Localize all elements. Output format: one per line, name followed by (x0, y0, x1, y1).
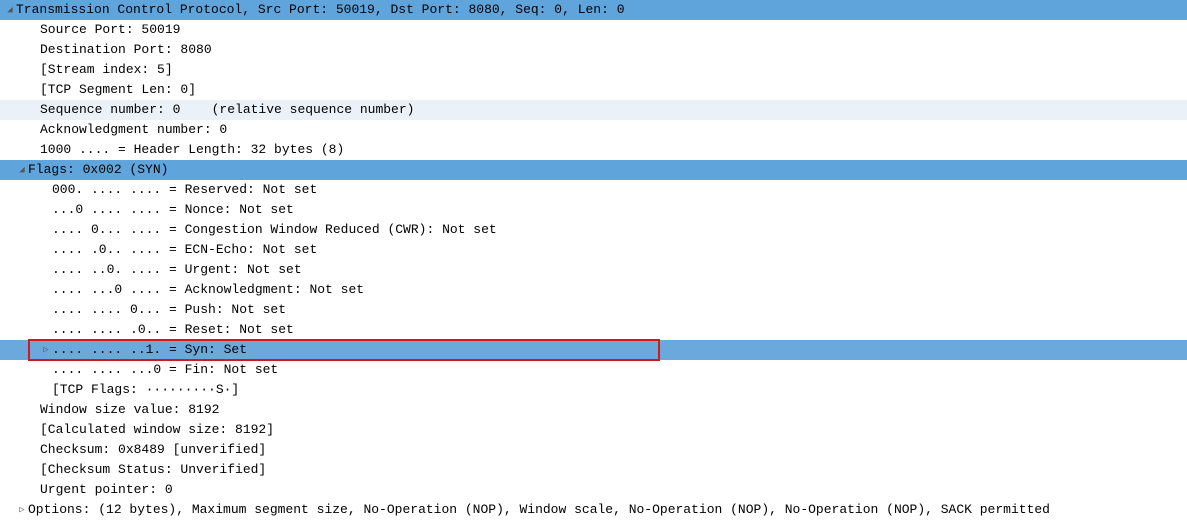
source-port-row[interactable]: Source Port: 50019 (0, 20, 1187, 40)
destination-port-row[interactable]: Destination Port: 8080 (0, 40, 1187, 60)
flag-push-row[interactable]: .... .... 0... = Push: Not set (0, 300, 1187, 320)
flag-ack-row[interactable]: .... ...0 .... = Acknowledgment: Not set (0, 280, 1187, 300)
flag-ecn-row[interactable]: .... .0.. .... = ECN-Echo: Not set (0, 240, 1187, 260)
flag-cwr-text: .... 0... .... = Congestion Window Reduc… (52, 220, 497, 240)
flag-reserved-text: 000. .... .... = Reserved: Not set (52, 180, 317, 200)
flag-reset-text: .... .... .0.. = Reset: Not set (52, 320, 294, 340)
flag-cwr-row[interactable]: .... 0... .... = Congestion Window Reduc… (0, 220, 1187, 240)
flag-syn-text: .... .... ..1. = Syn: Set (52, 340, 247, 360)
sequence-number-text: Sequence number: 0 (relative sequence nu… (40, 100, 414, 120)
flag-push-text: .... .... 0... = Push: Not set (52, 300, 286, 320)
options-row[interactable]: ▷ Options: (12 bytes), Maximum segment s… (0, 500, 1187, 520)
calc-window-text: [Calculated window size: 8192] (40, 420, 274, 440)
flag-ack-text: .... ...0 .... = Acknowledgment: Not set (52, 280, 364, 300)
destination-port-text: Destination Port: 8080 (40, 40, 212, 60)
checksum-status-row[interactable]: [Checksum Status: Unverified] (0, 460, 1187, 480)
segment-len-row[interactable]: [TCP Segment Len: 0] (0, 80, 1187, 100)
flag-fin-row[interactable]: .... .... ...0 = Fin: Not set (0, 360, 1187, 380)
ack-number-row[interactable]: Acknowledgment number: 0 (0, 120, 1187, 140)
collapse-icon[interactable]: ◢ (4, 0, 16, 20)
flag-reset-row[interactable]: .... .... .0.. = Reset: Not set (0, 320, 1187, 340)
checksum-text: Checksum: 0x8489 [unverified] (40, 440, 266, 460)
header-length-text: 1000 .... = Header Length: 32 bytes (8) (40, 140, 344, 160)
flag-fin-text: .... .... ...0 = Fin: Not set (52, 360, 278, 380)
segment-len-text: [TCP Segment Len: 0] (40, 80, 196, 100)
flags-header-row[interactable]: ◢ Flags: 0x002 (SYN) (0, 160, 1187, 180)
collapse-icon[interactable]: ◢ (16, 160, 28, 180)
window-size-text: Window size value: 8192 (40, 400, 219, 420)
tcp-header-row[interactable]: ◢ Transmission Control Protocol, Src Por… (0, 0, 1187, 20)
flag-urgent-text: .... ..0. .... = Urgent: Not set (52, 260, 302, 280)
tcp-header-text: Transmission Control Protocol, Src Port:… (16, 0, 625, 20)
flag-nonce-text: ...0 .... .... = Nonce: Not set (52, 200, 294, 220)
window-size-row[interactable]: Window size value: 8192 (0, 400, 1187, 420)
packet-details-tree[interactable]: ◢ Transmission Control Protocol, Src Por… (0, 0, 1187, 520)
tcp-flags-summary-text: [TCP Flags: ·········S·] (52, 380, 239, 400)
flags-header-text: Flags: 0x002 (SYN) (28, 160, 168, 180)
ack-number-text: Acknowledgment number: 0 (40, 120, 227, 140)
options-text: Options: (12 bytes), Maximum segment siz… (28, 500, 1050, 520)
checksum-status-text: [Checksum Status: Unverified] (40, 460, 266, 480)
source-port-text: Source Port: 50019 (40, 20, 180, 40)
stream-index-text: [Stream index: 5] (40, 60, 173, 80)
expand-icon[interactable]: ▷ (40, 340, 52, 360)
checksum-row[interactable]: Checksum: 0x8489 [unverified] (0, 440, 1187, 460)
tcp-flags-summary-row[interactable]: [TCP Flags: ·········S·] (0, 380, 1187, 400)
flag-nonce-row[interactable]: ...0 .... .... = Nonce: Not set (0, 200, 1187, 220)
calc-window-row[interactable]: [Calculated window size: 8192] (0, 420, 1187, 440)
sequence-number-row[interactable]: Sequence number: 0 (relative sequence nu… (0, 100, 1187, 120)
urgent-pointer-row[interactable]: Urgent pointer: 0 (0, 480, 1187, 500)
flag-urgent-row[interactable]: .... ..0. .... = Urgent: Not set (0, 260, 1187, 280)
flag-syn-row[interactable]: ▷ .... .... ..1. = Syn: Set (0, 340, 1187, 360)
expand-icon[interactable]: ▷ (16, 500, 28, 520)
urgent-pointer-text: Urgent pointer: 0 (40, 480, 173, 500)
flag-ecn-text: .... .0.. .... = ECN-Echo: Not set (52, 240, 317, 260)
header-length-row[interactable]: 1000 .... = Header Length: 32 bytes (8) (0, 140, 1187, 160)
flag-reserved-row[interactable]: 000. .... .... = Reserved: Not set (0, 180, 1187, 200)
stream-index-row[interactable]: [Stream index: 5] (0, 60, 1187, 80)
